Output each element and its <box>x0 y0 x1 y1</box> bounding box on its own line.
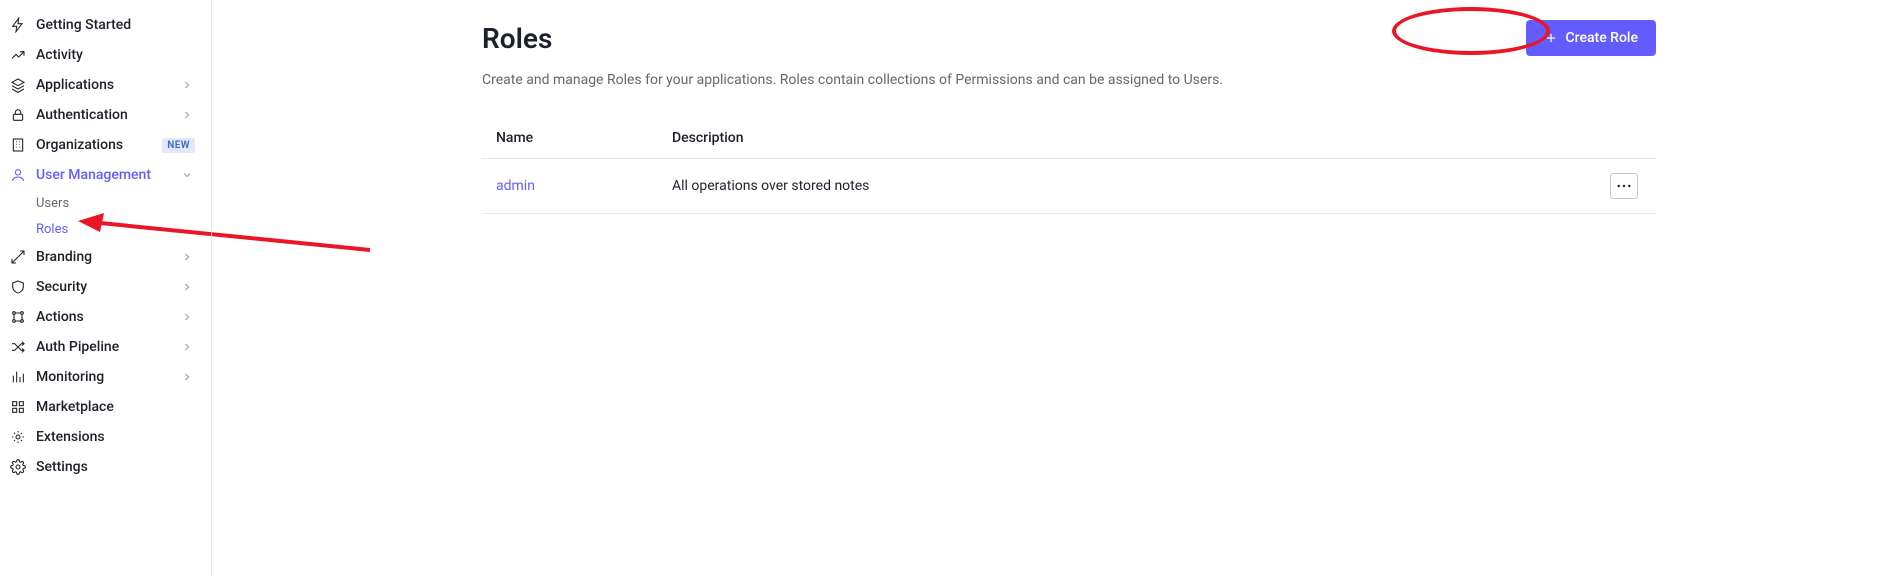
main-content: Roles Create Role Create and manage Role… <box>212 0 1886 576</box>
branding-icon <box>8 247 28 267</box>
puzzle-icon <box>8 427 28 447</box>
new-badge: NEW <box>162 138 195 153</box>
role-description: All operations over stored notes <box>658 159 1596 214</box>
chevron-down-icon <box>179 167 195 183</box>
sidebar-item-extensions[interactable]: Extensions <box>4 422 203 452</box>
sidebar-item-label: Authentication <box>36 107 179 123</box>
chevron-right-icon <box>179 339 195 355</box>
sidebar-item-monitoring[interactable]: Monitoring <box>4 362 203 392</box>
sidebar-item-label: Auth Pipeline <box>36 339 179 355</box>
more-horizontal-icon <box>1617 184 1631 188</box>
sidebar-subitem-roles[interactable]: Roles <box>4 216 203 242</box>
sidebar-subitem-users[interactable]: Users <box>4 190 203 216</box>
chevron-right-icon <box>179 369 195 385</box>
sidebar-item-settings[interactable]: Settings <box>4 452 203 482</box>
col-header-description: Description <box>658 118 1596 159</box>
sidebar-item-branding[interactable]: Branding <box>4 242 203 272</box>
sidebar-item-getting-started[interactable]: Getting Started <box>4 10 203 40</box>
grid-icon <box>8 397 28 417</box>
bars-icon <box>8 367 28 387</box>
sidebar-item-user-management[interactable]: User Management <box>4 160 203 190</box>
create-role-label: Create Role <box>1566 30 1638 46</box>
layers-icon <box>8 75 28 95</box>
sidebar: Getting Started Activity Applications Au… <box>4 0 212 576</box>
chevron-right-icon <box>179 309 195 325</box>
row-more-button[interactable] <box>1610 173 1638 199</box>
sidebar-item-organizations[interactable]: Organizations NEW <box>4 130 203 160</box>
sidebar-item-auth-pipeline[interactable]: Auth Pipeline <box>4 332 203 362</box>
sidebar-item-marketplace[interactable]: Marketplace <box>4 392 203 422</box>
sidebar-item-label: Extensions <box>36 429 195 445</box>
sidebar-item-security[interactable]: Security <box>4 272 203 302</box>
table-row: admin All operations over stored notes <box>482 159 1656 214</box>
building-icon <box>8 135 28 155</box>
sidebar-item-label: Applications <box>36 77 179 93</box>
chevron-right-icon <box>179 77 195 93</box>
plus-icon <box>1544 31 1558 45</box>
chevron-right-icon <box>179 279 195 295</box>
sidebar-item-label: Marketplace <box>36 399 195 415</box>
sidebar-item-label: Actions <box>36 309 179 325</box>
sidebar-item-label: Branding <box>36 249 179 265</box>
sidebar-item-label: Activity <box>36 47 195 63</box>
trend-icon <box>8 45 28 65</box>
gear-icon <box>8 457 28 477</box>
page-title: Roles <box>482 22 552 55</box>
chevron-right-icon <box>179 249 195 265</box>
create-role-button[interactable]: Create Role <box>1526 20 1656 56</box>
col-header-name: Name <box>482 118 658 159</box>
shuffle-icon <box>8 337 28 357</box>
shield-icon <box>8 277 28 297</box>
bolt-icon <box>8 15 28 35</box>
sidebar-item-label: Security <box>36 279 179 295</box>
sidebar-item-applications[interactable]: Applications <box>4 70 203 100</box>
sidebar-item-label: Settings <box>36 459 195 475</box>
sidebar-item-actions[interactable]: Actions <box>4 302 203 332</box>
sidebar-item-label: User Management <box>36 167 179 183</box>
chevron-right-icon <box>179 107 195 123</box>
sidebar-item-label: Organizations <box>36 137 162 153</box>
flow-icon <box>8 307 28 327</box>
lock-icon <box>8 105 28 125</box>
sidebar-item-label: Monitoring <box>36 369 179 385</box>
page-subtitle: Create and manage Roles for your applica… <box>482 72 1656 88</box>
roles-table: Name Description admin All operations ov… <box>482 118 1656 214</box>
sidebar-item-label: Getting Started <box>36 17 195 33</box>
user-icon <box>8 165 28 185</box>
sidebar-item-activity[interactable]: Activity <box>4 40 203 70</box>
role-name-link[interactable]: admin <box>482 159 658 214</box>
sidebar-item-authentication[interactable]: Authentication <box>4 100 203 130</box>
